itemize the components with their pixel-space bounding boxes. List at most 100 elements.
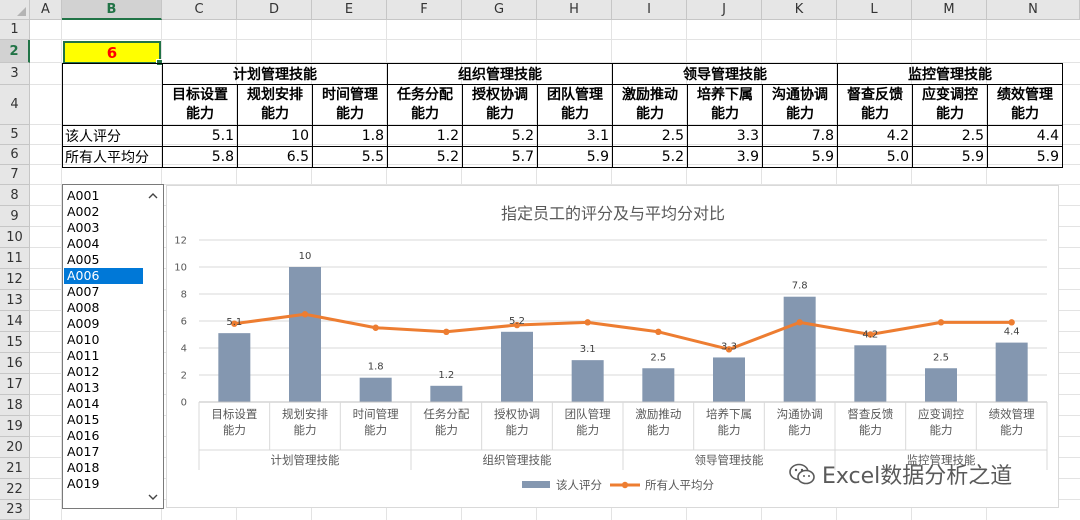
listbox-item[interactable]: A005	[64, 252, 144, 268]
score-cell[interactable]: 1.8	[312, 125, 388, 147]
chevron-up-icon[interactable]	[143, 187, 163, 205]
subheader-cell[interactable]: 任务分配 能力	[387, 84, 463, 126]
row-header-7[interactable]: 7	[0, 165, 30, 185]
listbox-item[interactable]: A018	[64, 460, 144, 476]
subheader-cell[interactable]: 培养下属 能力	[687, 84, 763, 126]
listbox-item[interactable]: A017	[64, 444, 144, 460]
listbox-scrollbar[interactable]	[143, 185, 163, 508]
row-header-18[interactable]: 18	[0, 395, 30, 416]
row-header-9[interactable]: 9	[0, 206, 30, 227]
row-header-20[interactable]: 20	[0, 437, 30, 458]
score-cell[interactable]: 3.3	[687, 125, 763, 147]
score-cell[interactable]: 1.2	[387, 125, 463, 147]
column-header-i[interactable]: I	[612, 0, 687, 20]
row-header-3[interactable]: 3	[0, 63, 30, 85]
score-cell[interactable]: 10	[237, 125, 313, 147]
employee-listbox[interactable]: A001 A002 A003 A004 A005 A006 A007 A008 A009 A010…	[62, 184, 164, 509]
row-header-23[interactable]: 23	[0, 500, 30, 520]
listbox-item[interactable]: A010	[64, 332, 144, 348]
row-label[interactable]: 所有人平均分	[62, 146, 163, 168]
row-header-19[interactable]: 19	[0, 416, 30, 437]
select-all-corner[interactable]	[0, 0, 30, 20]
subheader-cell[interactable]: 应变调控 能力	[912, 84, 988, 126]
subheader-cell[interactable]: 团队管理 能力	[537, 84, 613, 126]
score-cell[interactable]: 4.2	[837, 125, 913, 147]
listbox-item[interactable]: A012	[64, 364, 144, 380]
listbox-item[interactable]: A002	[64, 204, 144, 220]
listbox-item[interactable]: A003	[64, 220, 144, 236]
subheader-cell[interactable]: 激励推动 能力	[612, 84, 688, 126]
row-header-14[interactable]: 14	[0, 311, 30, 332]
score-cell[interactable]: 5.7	[462, 146, 538, 168]
listbox-item[interactable]: A009	[64, 316, 144, 332]
score-cell[interactable]: 5.1	[162, 125, 238, 147]
column-header-g[interactable]: G	[462, 0, 537, 20]
table-corner-cell[interactable]	[62, 63, 163, 126]
score-cell[interactable]: 5.8	[162, 146, 238, 168]
score-cell[interactable]: 5.2	[387, 146, 463, 168]
subheader-cell[interactable]: 授权协调 能力	[462, 84, 538, 126]
score-cell[interactable]: 7.8	[762, 125, 838, 147]
subheader-cell[interactable]: 时间管理 能力	[312, 84, 388, 126]
score-cell[interactable]: 4.4	[987, 125, 1063, 147]
listbox-item[interactable]: A016	[64, 428, 144, 444]
subheader-cell[interactable]: 督查反馈 能力	[837, 84, 913, 126]
listbox-item[interactable]: A013	[64, 380, 144, 396]
row-header-4[interactable]: 4	[0, 85, 30, 125]
row-header-22[interactable]: 22	[0, 479, 30, 500]
score-cell[interactable]: 5.0	[837, 146, 913, 168]
row-header-6[interactable]: 6	[0, 145, 30, 165]
row-header-1[interactable]: 1	[0, 20, 30, 40]
row-header-15[interactable]: 15	[0, 332, 30, 353]
row-header-16[interactable]: 16	[0, 353, 30, 374]
score-cell[interactable]: 5.9	[912, 146, 988, 168]
chevron-down-icon[interactable]	[143, 488, 163, 506]
row-header-11[interactable]: 11	[0, 248, 30, 269]
subheader-cell[interactable]: 沟通协调 能力	[762, 84, 838, 126]
group-header[interactable]: 组织管理技能	[387, 63, 613, 85]
listbox-item[interactable]: A004	[64, 236, 144, 252]
listbox-item[interactable]: A011	[64, 348, 144, 364]
listbox-item[interactable]: A015	[64, 412, 144, 428]
row-header-10[interactable]: 10	[0, 227, 30, 248]
subheader-cell[interactable]: 绩效管理 能力	[987, 84, 1063, 126]
score-cell[interactable]: 5.9	[987, 146, 1063, 168]
column-header-h[interactable]: H	[537, 0, 612, 20]
listbox-item[interactable]: A014	[64, 396, 144, 412]
column-header-l[interactable]: L	[837, 0, 912, 20]
column-header-e[interactable]: E	[312, 0, 387, 20]
column-header-k[interactable]: K	[762, 0, 837, 20]
selected-cell-b2[interactable]: 6	[63, 41, 163, 66]
score-cell[interactable]: 5.2	[612, 146, 688, 168]
listbox-item[interactable]: A001	[64, 188, 144, 204]
score-cell[interactable]: 5.9	[762, 146, 838, 168]
score-cell[interactable]: 6.5	[237, 146, 313, 168]
subheader-cell[interactable]: 目标设置 能力	[162, 84, 238, 126]
score-cell[interactable]: 5.9	[537, 146, 613, 168]
column-header-f[interactable]: F	[387, 0, 462, 20]
row-header-2[interactable]: 2	[0, 40, 30, 63]
score-cell[interactable]: 2.5	[912, 125, 988, 147]
column-header-n[interactable]: N	[987, 0, 1080, 20]
subheader-cell[interactable]: 规划安排 能力	[237, 84, 313, 126]
score-cell[interactable]: 5.5	[312, 146, 388, 168]
score-cell[interactable]: 2.5	[612, 125, 688, 147]
column-header-c[interactable]: C	[162, 0, 237, 20]
row-header-12[interactable]: 12	[0, 269, 30, 290]
listbox-item[interactable]: A019	[64, 476, 144, 492]
row-label[interactable]: 该人评分	[62, 125, 163, 147]
listbox-item[interactable]: A006	[64, 268, 144, 284]
group-header[interactable]: 计划管理技能	[162, 63, 388, 85]
column-header-j[interactable]: J	[687, 0, 762, 20]
column-header-b[interactable]: B	[62, 0, 162, 20]
column-header-d[interactable]: D	[237, 0, 312, 20]
score-cell[interactable]: 3.9	[687, 146, 763, 168]
row-header-13[interactable]: 13	[0, 290, 30, 311]
score-cell[interactable]: 5.2	[462, 125, 538, 147]
row-header-17[interactable]: 17	[0, 374, 30, 395]
row-header-8[interactable]: 8	[0, 185, 30, 206]
row-header-21[interactable]: 21	[0, 458, 30, 479]
score-cell[interactable]: 3.1	[537, 125, 613, 147]
listbox-item[interactable]: A007	[64, 284, 144, 300]
column-header-a[interactable]: A	[30, 0, 62, 20]
